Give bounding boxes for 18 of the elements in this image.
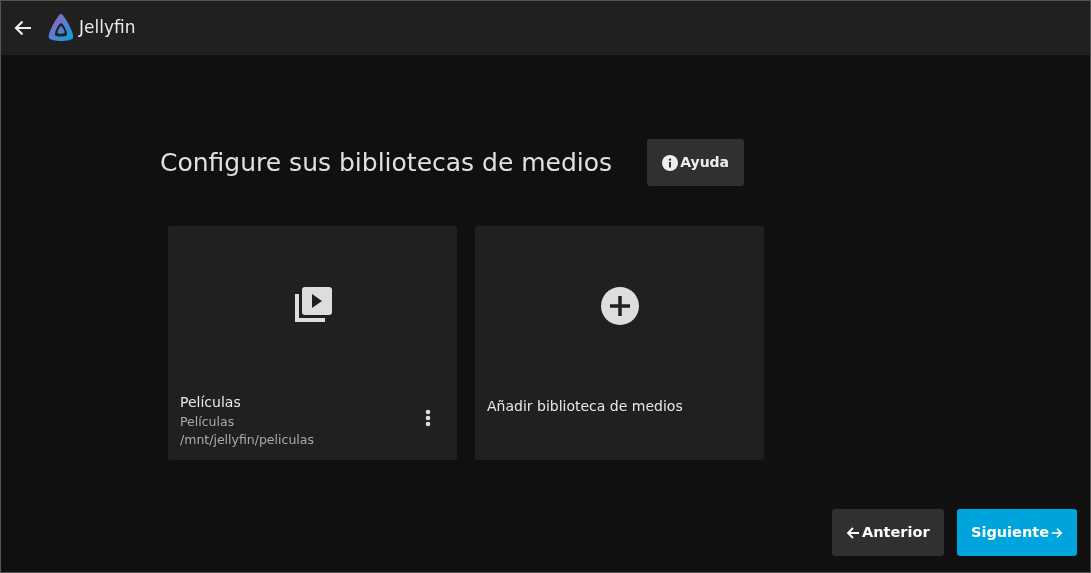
logo-icon (47, 13, 75, 43)
page-title: Configure sus bibliotecas de medios (160, 147, 613, 178)
library-card[interactable]: Películas Películas /mnt/jellyfin/peliculas (168, 226, 457, 460)
video-library-icon (292, 285, 333, 324)
add-icon (600, 287, 639, 325)
arrow-left-icon (846, 525, 860, 540)
library-card[interactable]: Añadir biblioteca de medios (475, 226, 764, 460)
library-path: /mnt/jellyfin/peliculas (180, 431, 314, 450)
arrow-right-icon (1051, 525, 1063, 540)
more-menu-icon[interactable] (425, 409, 431, 427)
info-icon (662, 154, 679, 171)
previous-button[interactable]: Anterior (832, 509, 944, 556)
help-button[interactable]: Ayuda (647, 139, 745, 186)
back-arrow-icon[interactable] (13, 19, 33, 37)
library-name: Películas (180, 392, 242, 412)
app-name: Jellyfin (79, 16, 136, 40)
add-library-label: Añadir biblioteca de medios (487, 397, 684, 416)
library-type: Películas (180, 412, 236, 431)
